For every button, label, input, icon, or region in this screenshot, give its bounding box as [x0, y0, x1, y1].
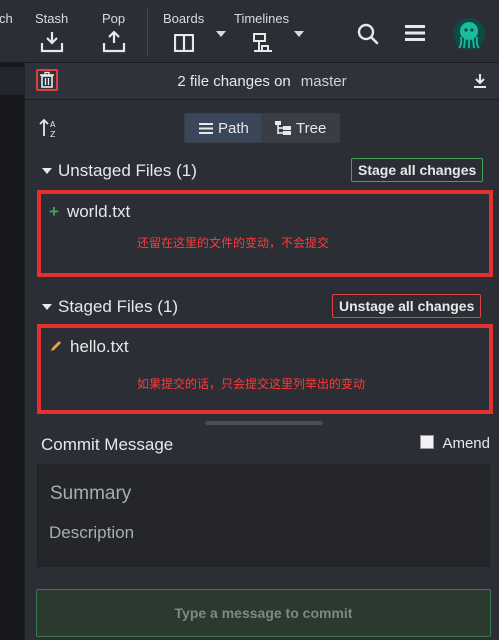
file-name: hello.txt — [70, 337, 129, 356]
list-icon — [199, 123, 213, 134]
resize-handle[interactable] — [205, 421, 323, 425]
stash-button[interactable]: Stash — [30, 0, 76, 62]
branch-name: master — [300, 73, 347, 90]
commit-message-label: Commit Message — [41, 435, 174, 454]
tree-view-label: Tree — [296, 120, 327, 137]
pencil-icon — [51, 341, 61, 351]
timelines-button[interactable]: Timelines — [230, 0, 310, 62]
search-icon[interactable] — [357, 23, 379, 45]
commit-panel: 2 file changes on master A Z Path Tree U… — [25, 63, 499, 640]
staged-files-title: Staged Files (1) — [58, 297, 178, 316]
amend-label: Amend — [442, 435, 490, 452]
checkbox-box[interactable] — [420, 435, 435, 449]
toolbar-separator — [147, 8, 148, 56]
unstaged-files-title: Unstaged Files (1) — [58, 161, 197, 180]
boards-button[interactable]: Boards — [158, 0, 226, 62]
timelines-label: Timelines — [234, 11, 290, 26]
boards-icon — [174, 34, 194, 52]
menu-icon[interactable] — [405, 25, 425, 41]
amend-checkbox[interactable]: Amend — [420, 435, 490, 452]
unstage-all-button[interactable]: Unstage all changes — [332, 294, 482, 318]
timelines-icon — [253, 33, 272, 52]
pop-button[interactable]: Pop — [96, 0, 136, 62]
panel-header: 2 file changes on master — [25, 63, 499, 100]
annotation-note-staged: 如果提交的话，只会提交这里列举出的变动 — [137, 377, 366, 391]
chevron-down-icon[interactable] — [216, 31, 226, 37]
description-input[interactable]: Description — [49, 523, 134, 543]
chevron-down-icon[interactable] — [294, 31, 304, 37]
tree-view-tab[interactable]: Tree — [262, 113, 340, 143]
file-name: world.txt — [66, 202, 131, 221]
svg-text:A: A — [50, 120, 56, 129]
toolbar-branch-label: ch — [0, 11, 13, 26]
svg-text:Z: Z — [50, 130, 56, 138]
collapse-triangle-icon[interactable] — [42, 168, 52, 174]
pop-label: Pop — [102, 11, 126, 26]
changes-summary: 2 file changes on master — [25, 73, 499, 90]
tree-icon — [275, 121, 291, 135]
boards-label: Boards — [163, 11, 205, 26]
download-icon[interactable] — [473, 73, 487, 89]
summary-input[interactable]: Summary — [50, 483, 131, 505]
stage-all-button[interactable]: Stage all changes — [351, 158, 484, 182]
path-view-label: Path — [218, 120, 249, 137]
top-toolbar: ch Stash Pop Boards Timelines — [0, 0, 499, 63]
pop-icon — [102, 31, 126, 53]
annotation-note-unstaged: 还留在这里的文件的变动，不会提交 — [137, 236, 330, 250]
staged-file-row[interactable]: hello.txt — [49, 337, 129, 357]
added-icon: + — [49, 202, 59, 221]
stash-label: Stash — [35, 11, 69, 26]
path-view-tab[interactable]: Path — [184, 113, 262, 143]
sort-icon[interactable]: A Z — [39, 118, 59, 138]
collapse-triangle-icon[interactable] — [42, 304, 52, 310]
commit-button[interactable]: Type a message to commit — [36, 589, 491, 637]
left-sidebar — [0, 63, 24, 640]
sidebar-selected-item[interactable] — [0, 67, 24, 95]
changes-count: 2 file changes on — [177, 73, 291, 90]
commit-message-box[interactable]: Summary Description — [37, 464, 490, 567]
unstaged-file-row[interactable]: + world.txt — [49, 202, 130, 222]
toolbar-branch-button[interactable]: ch — [0, 0, 20, 62]
gitkraken-logo[interactable] — [452, 17, 486, 51]
stash-icon — [40, 32, 64, 53]
